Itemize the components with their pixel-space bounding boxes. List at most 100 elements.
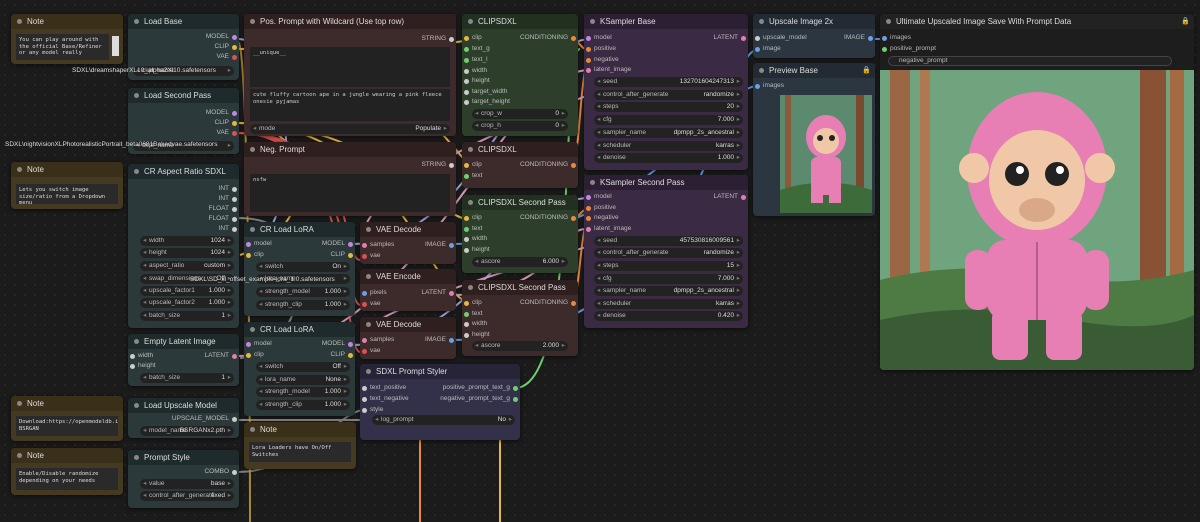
latent-output[interactable]: LATENT xyxy=(360,288,456,298)
lora-loader-1-node[interactable]: CR Load LoRA model clip MODEL CLIP switc… xyxy=(244,222,355,316)
image-output[interactable]: IMAGE xyxy=(360,335,456,345)
ascore-widget[interactable]: ascore2.000 xyxy=(472,341,568,351)
vae-output[interactable]: VAE xyxy=(128,52,239,62)
height-widget[interactable]: height1024 xyxy=(140,248,234,258)
seed-widget[interactable]: seed457530816009561 xyxy=(594,236,743,246)
lora-name-select[interactable]: lora_nameNone xyxy=(256,375,350,385)
prompt-style-node[interactable]: Prompt Style COMBO valuebase control_aft… xyxy=(128,450,239,508)
cfg-widget[interactable]: cfg7.000 xyxy=(594,274,743,284)
model-name-select[interactable]: model_nameBSRGANx2.pth xyxy=(140,426,234,436)
text-input[interactable]: text xyxy=(462,224,482,234)
width-widget[interactable]: width1024 xyxy=(140,236,234,246)
denoise-widget[interactable]: denoise0.420 xyxy=(594,311,743,321)
negative-input[interactable]: negative xyxy=(584,55,619,65)
scheduler-select[interactable]: schedulerkarras xyxy=(594,141,743,151)
upscaled-image-save-node[interactable]: Ultimate Upscaled Image Save With Prompt… xyxy=(880,14,1194,370)
wildcard-textarea[interactable]: __unique__ xyxy=(250,47,450,87)
width-input[interactable]: width xyxy=(462,66,487,76)
clip-output[interactable]: CLIP xyxy=(244,250,355,260)
vae-input[interactable]: vae xyxy=(360,299,380,309)
ksampler-second-pass-node[interactable]: KSampler Second Pass LATENT model positi… xyxy=(584,175,748,328)
log-prompt-select[interactable]: log_promptNo xyxy=(372,415,515,425)
scrollbar[interactable] xyxy=(112,36,119,56)
note-node[interactable]: Note Enable/Disable randomize depending … xyxy=(11,448,123,495)
positive-prompt-output[interactable]: positive_prompt_text_g xyxy=(360,383,520,393)
positive-input[interactable]: positive xyxy=(584,44,616,54)
vae-input[interactable]: vae xyxy=(360,346,380,356)
height-input[interactable]: height xyxy=(462,330,490,340)
model-output[interactable]: MODEL xyxy=(128,108,239,118)
note-text[interactable]: Lets you switch image size/ratio from a … xyxy=(16,184,118,204)
positive-prompt-input[interactable]: positive_prompt xyxy=(880,44,936,54)
image-input[interactable]: image xyxy=(753,44,781,54)
negative-input[interactable]: negative xyxy=(584,213,619,223)
ascore-widget[interactable]: ascore6.000 xyxy=(472,257,568,267)
vae-output[interactable]: VAE xyxy=(128,128,239,138)
node-graph-canvas[interactable]: Note You can play around with the offici… xyxy=(0,0,1200,522)
model-output[interactable]: MODEL xyxy=(244,239,355,249)
width-input[interactable]: width xyxy=(462,319,487,329)
negative-prompt-output[interactable]: negative_prompt_text_g xyxy=(360,394,520,404)
control-after-generate-select[interactable]: control_after_generaterandomize xyxy=(594,248,743,258)
clip-output[interactable]: CLIP xyxy=(128,42,239,52)
batch-size-widget[interactable]: batch_size1 xyxy=(140,373,234,383)
empty-latent-node[interactable]: Empty Latent Image width height LATENT b… xyxy=(128,334,239,386)
model-input[interactable]: model xyxy=(584,33,612,43)
height-input[interactable]: height xyxy=(128,361,156,371)
image-output[interactable]: IMAGE xyxy=(753,33,875,43)
upscale-factor2-widget[interactable]: upscale_factor21.000 xyxy=(140,298,234,308)
control-after-generate-select[interactable]: control_after_generaterandomize xyxy=(594,90,743,100)
lock-icon[interactable]: 🔒 xyxy=(1181,17,1190,25)
switch-toggle[interactable]: switchOn xyxy=(256,262,350,272)
text-input[interactable]: text xyxy=(462,171,482,181)
batch-size-output[interactable]: INT xyxy=(128,224,239,234)
text-g-input[interactable]: text_g xyxy=(462,44,490,54)
populated-textarea[interactable]: cute fluffy cartoon ape in a jungle wear… xyxy=(250,89,450,121)
crop-h-widget[interactable]: crop_h0 xyxy=(472,121,568,131)
width-input[interactable]: width xyxy=(462,234,487,244)
note-text[interactable]: You can play around with the official Ba… xyxy=(16,34,109,60)
string-output[interactable]: STRING xyxy=(244,34,456,44)
vae-decode-1-node[interactable]: VAE Decode samples vae IMAGE xyxy=(360,222,456,264)
strength-clip-widget[interactable]: strength_clip1.000 xyxy=(256,400,350,410)
images-input[interactable]: images xyxy=(753,81,784,91)
prompt-styler-node[interactable]: SDXL Prompt Styler text_positive text_ne… xyxy=(360,364,520,440)
clip-input[interactable]: clip xyxy=(462,33,482,43)
model-output[interactable]: MODEL xyxy=(244,339,355,349)
lora-loader-2-node[interactable]: CR Load LoRA model clip MODEL CLIP switc… xyxy=(244,322,355,416)
clip-sdxl-second-neg-node[interactable]: CLIPSDXL Second Pass CONDITIONING clip t… xyxy=(462,280,578,356)
strength-clip-widget[interactable]: strength_clip1.000 xyxy=(256,300,350,310)
value-select[interactable]: valuebase xyxy=(140,479,234,489)
style-input[interactable]: style xyxy=(360,405,383,415)
model-output[interactable]: MODEL xyxy=(128,32,239,42)
note-text[interactable]: Lora Loaders have On/Off Switches xyxy=(249,442,351,462)
upscale-factor1-widget[interactable]: upscale_factor11.000 xyxy=(140,286,234,296)
clip-input[interactable]: clip xyxy=(462,160,482,170)
clip-sdxl-base-neg-node[interactable]: CLIPSDXL CONDITIONING clip text xyxy=(462,142,578,188)
negative-prompt-widget[interactable]: negative_prompt xyxy=(888,56,1172,66)
seed-widget[interactable]: seed132701604247313 xyxy=(594,77,743,87)
text-input[interactable]: text xyxy=(462,309,482,319)
lock-icon[interactable]: 🔒 xyxy=(862,66,871,74)
upscale-factor-output[interactable]: FLOAT xyxy=(128,214,239,224)
target-width-input[interactable]: target_width xyxy=(462,87,507,97)
clip-sdxl-base-pos-node[interactable]: CLIPSDXL CONDITIONING clip text_g text_l… xyxy=(462,14,578,136)
mode-toggle[interactable]: modePopulate xyxy=(250,124,450,134)
upscale-factor-output[interactable]: FLOAT xyxy=(128,204,239,214)
note-text[interactable]: Download:https://openmodeldb.info/models… xyxy=(16,416,118,436)
positive-input[interactable]: positive xyxy=(584,203,616,213)
denoise-widget[interactable]: denoise1.000 xyxy=(594,153,743,163)
note-node[interactable]: Note You can play around with the offici… xyxy=(11,14,123,64)
upscale-image-node[interactable]: Upscale Image 2x upscale_model image IMA… xyxy=(753,14,875,58)
clip-output[interactable]: CLIP xyxy=(128,118,239,128)
scheduler-select[interactable]: schedulerkarras xyxy=(594,299,743,309)
strength-model-widget[interactable]: strength_model1.000 xyxy=(256,387,350,397)
latent-image-input[interactable]: latent_image xyxy=(584,65,631,75)
latent-output[interactable]: LATENT xyxy=(128,351,239,361)
note-text[interactable]: Enable/Disable randomize depending on yo… xyxy=(16,468,118,490)
width-output[interactable]: INT xyxy=(128,184,239,194)
control-after-generate-select[interactable]: control_after_generatefixed xyxy=(140,491,234,501)
height-input[interactable]: height xyxy=(462,245,490,255)
vae-input[interactable]: vae xyxy=(360,251,380,261)
aspect-ratio-node[interactable]: CR Aspect Ratio SDXL INT INT FLOAT FLOAT… xyxy=(128,164,239,328)
